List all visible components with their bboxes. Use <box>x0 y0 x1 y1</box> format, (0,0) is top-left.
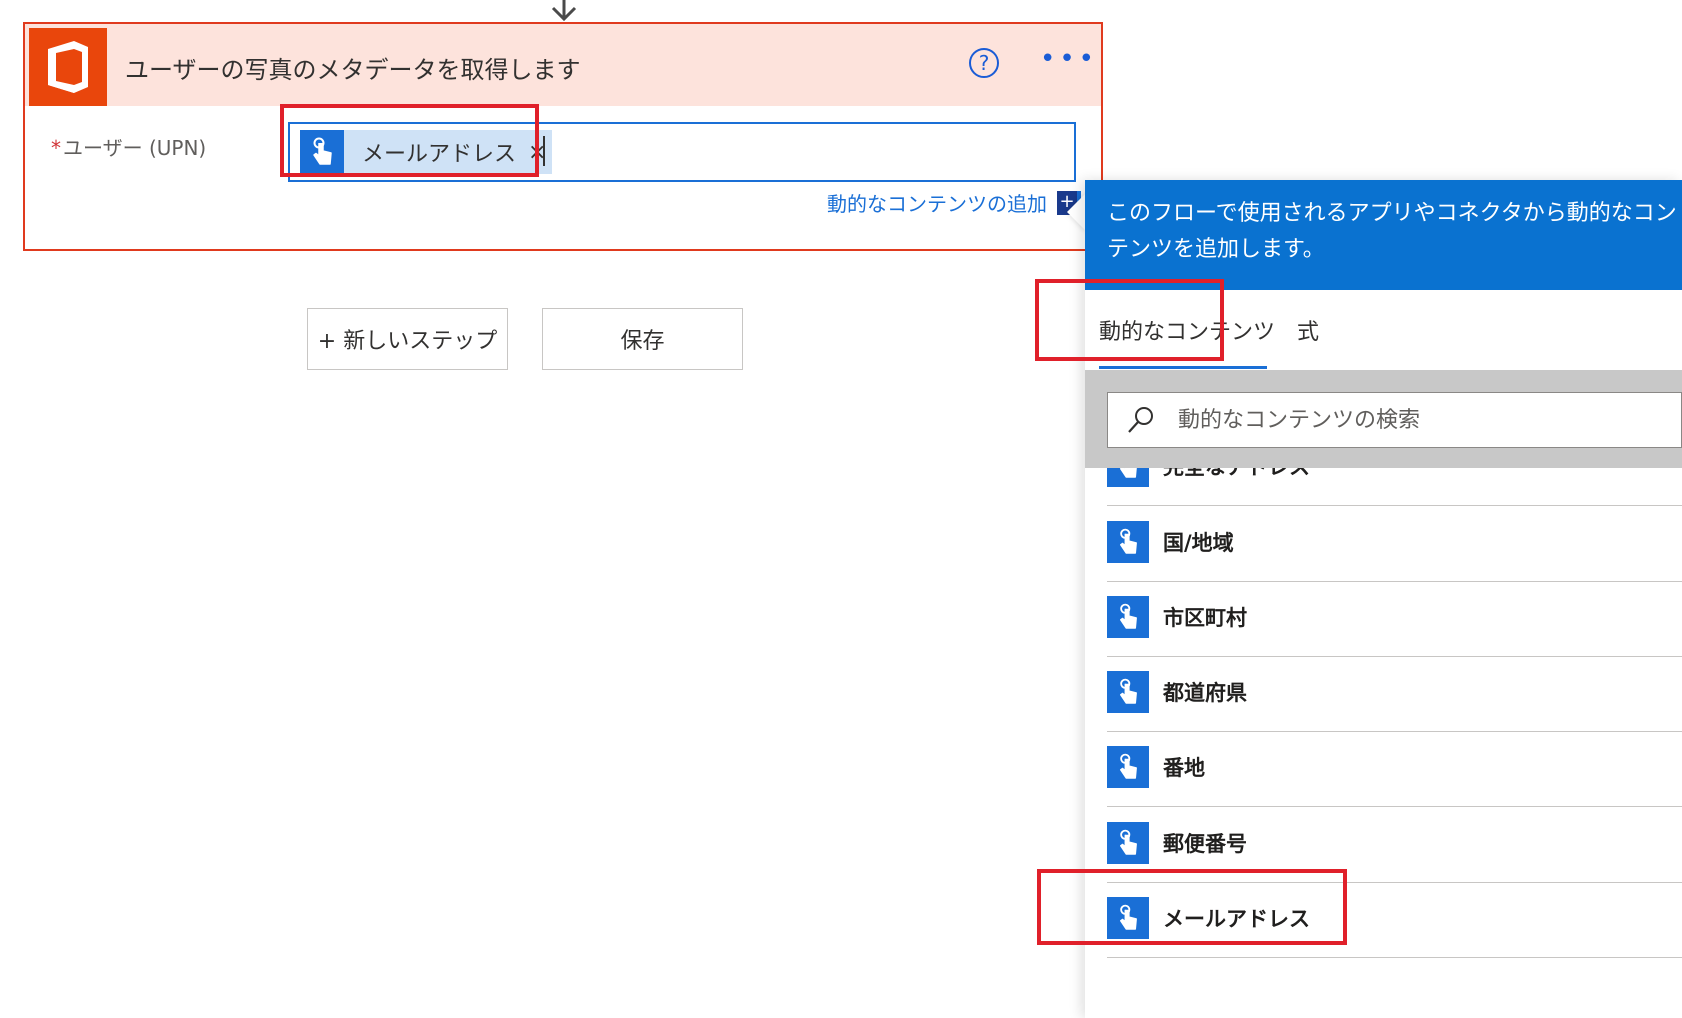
dynamic-content-item-label: メールアドレス <box>1163 906 1310 931</box>
manual-trigger-icon <box>1107 670 1149 713</box>
dynamic-content-item[interactable]: 国/地域 <box>1107 502 1682 582</box>
active-tab-indicator <box>1099 366 1267 369</box>
manual-trigger-icon <box>1107 520 1149 563</box>
dynamic-content-item-label: 国/地域 <box>1163 530 1234 555</box>
dynamic-content-item[interactable]: メールアドレス <box>1107 878 1682 958</box>
dynamic-content-item[interactable]: 完全なアドレス <box>1107 468 1682 506</box>
add-dynamic-content-link[interactable]: 動的なコンテンツの追加 <box>827 188 1047 217</box>
panel-pointer <box>1067 192 1087 232</box>
more-options-icon[interactable]: ••• <box>1040 46 1094 72</box>
connector-arrow-icon <box>551 0 577 22</box>
add-dynamic-content[interactable]: 動的なコンテンツの追加 + <box>827 188 1081 217</box>
dynamic-content-item[interactable]: 番地 <box>1107 727 1682 807</box>
office-logo-icon <box>29 28 107 106</box>
dynamic-content-item[interactable]: 郵便番号 <box>1107 803 1682 883</box>
search-icon <box>1128 407 1153 433</box>
user-upn-label-text: ユーザー (UPN) <box>63 136 207 160</box>
dynamic-content-item[interactable]: 市区町村 <box>1107 577 1682 657</box>
user-upn-label: * ユーザー (UPN) <box>51 132 206 161</box>
dynamic-content-item-label: 市区町村 <box>1163 605 1247 630</box>
manual-trigger-icon <box>1107 468 1149 487</box>
user-upn-input[interactable]: メールアドレス × <box>288 122 1076 182</box>
manual-trigger-icon <box>1107 595 1149 638</box>
dynamic-content-item-label: 完全なアドレス <box>1163 468 1310 481</box>
manual-trigger-icon <box>1107 896 1149 939</box>
panel-description: このフローで使用されるアプリやコネクタから動的なコンテンツを追加します。 <box>1085 180 1682 290</box>
search-input[interactable] <box>1178 407 1658 433</box>
tab-expression[interactable]: 式 <box>1297 314 1319 346</box>
required-mark: * <box>51 136 61 160</box>
search-box[interactable] <box>1107 392 1682 448</box>
dynamic-content-item-label: 都道府県 <box>1163 680 1247 705</box>
email-token-label: メールアドレス <box>362 142 517 167</box>
dynamic-content-list: 完全なアドレス国/地域市区町村都道府県番地郵便番号メールアドレス <box>1085 468 1682 1018</box>
email-token[interactable]: メールアドレス × <box>300 130 553 174</box>
dynamic-content-item[interactable]: 都道府県 <box>1107 652 1682 732</box>
dynamic-content-panel: このフローで使用されるアプリやコネクタから動的なコンテンツを追加します。 動的な… <box>1085 180 1682 1018</box>
help-icon[interactable]: ? <box>969 48 999 78</box>
action-card-header[interactable]: ユーザーの写真のメタデータを取得します ? ••• <box>25 24 1101 106</box>
manual-trigger-icon <box>1107 821 1149 864</box>
manual-trigger-icon <box>300 130 344 174</box>
search-area <box>1085 370 1682 468</box>
action-card: ユーザーの写真のメタデータを取得します ? ••• * ユーザー (UPN) メー… <box>23 22 1103 251</box>
tab-dynamic-content[interactable]: 動的なコンテンツ <box>1099 314 1275 346</box>
dynamic-content-item-label: 郵便番号 <box>1163 831 1247 856</box>
save-button[interactable]: 保存 <box>542 308 743 370</box>
new-step-button[interactable]: + 新しいステップ <box>307 308 508 370</box>
action-title: ユーザーの写真のメタデータを取得します <box>125 56 581 84</box>
panel-tabs: 動的なコンテンツ 式 <box>1085 290 1682 370</box>
dynamic-content-item-label: 番地 <box>1163 755 1205 780</box>
manual-trigger-icon <box>1107 745 1149 788</box>
text-caret <box>543 136 545 166</box>
